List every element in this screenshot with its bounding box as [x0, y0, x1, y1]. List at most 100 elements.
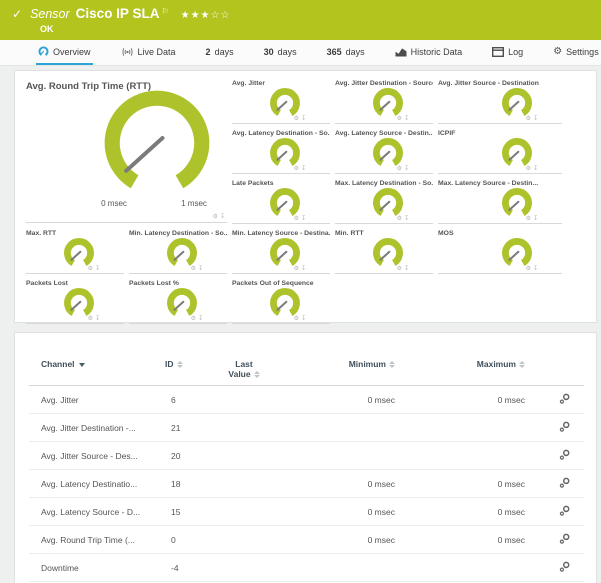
- channel-row[interactable]: Avg. Jitter Source - Des... 20: [29, 441, 584, 470]
- gear-icon[interactable]: ⚙: [526, 165, 533, 172]
- channel-name-cell[interactable]: Avg. Jitter Destination -...: [29, 413, 157, 442]
- channel-settings-gears-icon[interactable]: [559, 561, 570, 572]
- channel-row[interactable]: Avg. Latency Source - D... 15 0 msec 0 m…: [29, 497, 584, 526]
- tab-2-days[interactable]: 2 days: [204, 40, 236, 65]
- gauge-cell[interactable]: Packets Out of Sequence ⚙↧: [232, 277, 330, 324]
- channel-settings-gears-icon[interactable]: [559, 477, 570, 488]
- channel-row[interactable]: Avg. Latency Destinatio... 18 0 msec 0 m…: [29, 469, 584, 498]
- gear-icon[interactable]: ⚙: [294, 115, 301, 122]
- gear-icon[interactable]: ⚙: [397, 115, 404, 122]
- pin-icon[interactable]: ↧: [301, 315, 308, 322]
- gauge-cell[interactable]: Avg. Jitter Destination - Source ⚙↧: [335, 77, 433, 124]
- gauge-cell[interactable]: Late Packets ⚙↧: [232, 177, 330, 224]
- historic-data-chart-icon: [395, 47, 407, 56]
- gauge-cell-avg-round-trip-time[interactable]: Avg. Round Trip Time (RTT) 0 msec 1 msec…: [26, 77, 227, 223]
- channel-settings-gears-icon[interactable]: [559, 505, 570, 516]
- gear-icon[interactable]: ⚙: [526, 265, 533, 272]
- gauge-cell[interactable]: Max. Latency Source - Destin... ⚙↧: [438, 177, 562, 224]
- pin-icon[interactable]: ↧: [404, 215, 411, 222]
- channel-settings-gears-icon[interactable]: [559, 393, 570, 404]
- channel-last-value-cell: [203, 497, 285, 526]
- pin-icon[interactable]: ↧: [404, 265, 411, 272]
- gauge-cell[interactable]: Max. RTT ⚙↧: [26, 227, 124, 274]
- gear-icon[interactable]: ⚙: [294, 265, 301, 272]
- channel-id-cell: -4: [157, 553, 203, 582]
- channel-row[interactable]: Avg. Jitter Destination -... 21: [29, 413, 584, 442]
- gauge-cell[interactable]: Avg. Jitter Source - Destination ⚙↧: [438, 77, 562, 124]
- tab-overview[interactable]: Overview: [36, 40, 93, 65]
- column-header-channel[interactable]: Channel: [29, 359, 157, 386]
- gear-icon[interactable]: ⚙: [294, 165, 301, 172]
- gear-icon[interactable]: ⚙: [294, 315, 301, 322]
- pin-icon[interactable]: ↧: [95, 265, 102, 272]
- pin-icon[interactable]: ↧: [198, 315, 205, 322]
- priority-stars[interactable]: ★★★☆☆: [181, 10, 231, 21]
- gear-icon[interactable]: ⚙: [526, 115, 533, 122]
- pin-icon[interactable]: ↧: [198, 265, 205, 272]
- pin-icon[interactable]: ↧: [404, 165, 411, 172]
- gear-icon[interactable]: ⚙: [191, 315, 198, 322]
- pin-icon[interactable]: ↧: [533, 265, 540, 272]
- gear-icon[interactable]: ⚙: [397, 265, 404, 272]
- channel-name-cell[interactable]: Downtime: [29, 553, 157, 582]
- pin-icon[interactable]: ↧: [301, 265, 308, 272]
- tab-label-number: 365: [326, 46, 342, 57]
- pin-icon[interactable]: ↧: [301, 115, 308, 122]
- gauge-cell[interactable]: Packets Lost % ⚙↧: [129, 277, 227, 324]
- gauge-cell[interactable]: Avg. Jitter ⚙↧: [232, 77, 330, 124]
- channel-id-cell: 18: [157, 469, 203, 498]
- gear-icon[interactable]: ⚙: [191, 265, 198, 272]
- gear-icon[interactable]: ⚙: [397, 165, 404, 172]
- column-header-maximum[interactable]: Maximum: [395, 359, 525, 386]
- gauge-cell[interactable]: MOS ⚙↧: [438, 227, 562, 274]
- channel-settings-gears-icon[interactable]: [559, 533, 570, 544]
- channel-name-cell[interactable]: Avg. Jitter: [29, 385, 157, 414]
- pin-icon[interactable]: ↧: [533, 215, 540, 222]
- column-label: Maximum: [476, 359, 516, 369]
- gear-icon[interactable]: ⚙: [88, 265, 95, 272]
- channel-row[interactable]: Avg. Jitter 6 0 msec 0 msec: [29, 385, 584, 414]
- pin-icon[interactable]: ↧: [95, 315, 102, 322]
- channel-row[interactable]: Avg. Round Trip Time (... 0 0 msec 0 mse…: [29, 525, 584, 554]
- gauges-overview-panel: Avg. Round Trip Time (RTT) 0 msec 1 msec…: [14, 70, 597, 324]
- tab-live-data[interactable]: Live Data: [119, 40, 178, 65]
- gear-icon[interactable]: ⚙: [88, 315, 95, 322]
- channel-name-cell[interactable]: Avg. Latency Destinatio...: [29, 469, 157, 498]
- column-header-minimum[interactable]: Minimum: [285, 359, 395, 386]
- channel-last-value-cell: [203, 413, 285, 442]
- pin-icon[interactable]: ↧: [533, 115, 540, 122]
- column-header-last-value[interactable]: Last Value: [203, 359, 285, 386]
- pin-icon[interactable]: ↧: [220, 213, 227, 220]
- gear-icon[interactable]: ⚙: [526, 215, 533, 222]
- channel-settings-gears-icon[interactable]: [559, 421, 570, 432]
- tab-30-days[interactable]: 30 days: [262, 40, 299, 65]
- channel-settings-gears-icon[interactable]: [559, 449, 570, 460]
- gear-icon[interactable]: ⚙: [213, 213, 220, 220]
- pin-icon[interactable]: ↧: [533, 165, 540, 172]
- column-header-id[interactable]: ID: [157, 359, 203, 386]
- tab-historic-data[interactable]: Historic Data: [393, 40, 465, 65]
- tab-365-days[interactable]: 365 days: [325, 40, 367, 65]
- gauge-cell[interactable]: Min. Latency Source - Destina... ⚙↧: [232, 227, 330, 274]
- gear-icon[interactable]: ⚙: [294, 215, 301, 222]
- channel-last-value-cell: [203, 469, 285, 498]
- gauge-cell[interactable]: Avg. Latency Destination - So... ⚙↧: [232, 127, 330, 174]
- gauge-cell[interactable]: Min. RTT ⚙↧: [335, 227, 433, 274]
- priority-flag-icon[interactable]: ⚐: [161, 7, 168, 16]
- gear-icon[interactable]: ⚙: [397, 215, 404, 222]
- pin-icon[interactable]: ↧: [301, 165, 308, 172]
- tab-log[interactable]: Log: [490, 40, 525, 65]
- tab-settings[interactable]: ⚙ Settings: [551, 40, 601, 65]
- channel-row[interactable]: Downtime -4: [29, 553, 584, 582]
- gauge-cell[interactable]: Max. Latency Destination - So... ⚙↧: [335, 177, 433, 224]
- channel-name-cell[interactable]: Avg. Jitter Source - Des...: [29, 441, 157, 470]
- rtt-gauge: [101, 87, 213, 199]
- pin-icon[interactable]: ↧: [404, 115, 411, 122]
- gauge-cell[interactable]: Avg. Latency Source - Destin... ⚙↧: [335, 127, 433, 174]
- channel-name-cell[interactable]: Avg. Latency Source - D...: [29, 497, 157, 526]
- gauge-cell[interactable]: Packets Lost ⚙↧: [26, 277, 124, 324]
- gauge-cell[interactable]: ICPIF ⚙↧: [438, 127, 562, 174]
- gauge-cell[interactable]: Min. Latency Destination - So... ⚙↧: [129, 227, 227, 274]
- pin-icon[interactable]: ↧: [301, 215, 308, 222]
- channel-name-cell[interactable]: Avg. Round Trip Time (...: [29, 525, 157, 554]
